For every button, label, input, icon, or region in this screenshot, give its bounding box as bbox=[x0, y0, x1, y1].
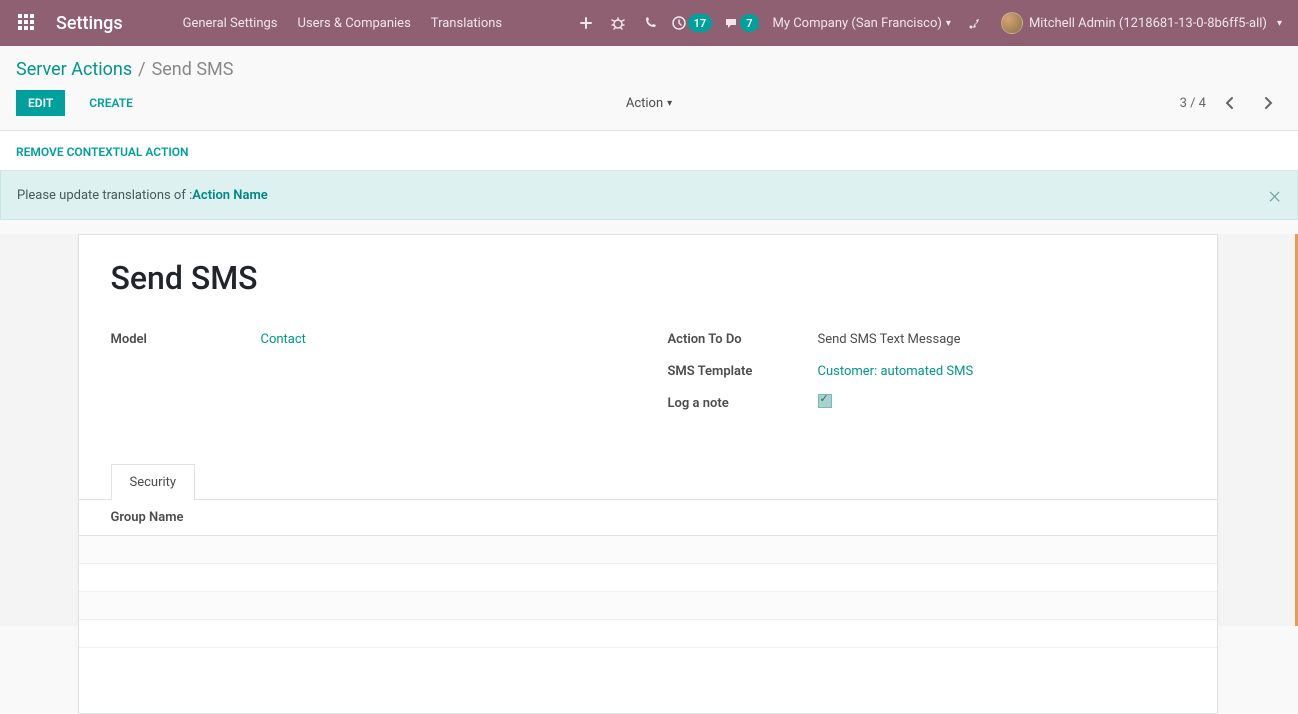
avatar bbox=[1001, 12, 1023, 34]
model-value[interactable]: Contact bbox=[261, 332, 306, 347]
user-menu[interactable]: Mitchell Admin (1218681-13-0-8b6ff5-all)… bbox=[991, 12, 1286, 34]
app-brand[interactable]: Settings bbox=[56, 13, 123, 34]
developer-tools-icon[interactable] bbox=[959, 16, 991, 30]
table-row bbox=[79, 536, 1217, 564]
breadcrumb-parent[interactable]: Server Actions bbox=[16, 59, 132, 80]
activity-badge: 17 bbox=[688, 14, 713, 32]
pager-prev-icon[interactable] bbox=[1216, 89, 1244, 117]
form-left-column: Model Contact bbox=[111, 327, 628, 423]
content-area: Send SMS Model Contact Action To Do Send… bbox=[0, 234, 1298, 626]
nav-translations[interactable]: Translations bbox=[421, 16, 512, 31]
statusbar: Remove Contextual Action bbox=[0, 130, 1298, 171]
create-button[interactable]: Create bbox=[77, 90, 145, 116]
tabs: Security bbox=[79, 463, 1217, 500]
close-icon[interactable]: × bbox=[1268, 183, 1281, 207]
action-to-do-value: Send SMS Text Message bbox=[818, 332, 961, 347]
table-row bbox=[79, 564, 1217, 592]
top-navbar: Settings General Settings Users & Compan… bbox=[0, 0, 1298, 46]
page-title: Send SMS bbox=[111, 259, 1185, 297]
log-note-checkbox[interactable] bbox=[818, 394, 832, 408]
activity-icon[interactable]: 17 bbox=[666, 14, 719, 32]
table-body bbox=[79, 536, 1217, 648]
control-bar: Edit Create Action▾ 3 / 4 bbox=[0, 90, 1298, 130]
pager-next-icon[interactable] bbox=[1254, 89, 1282, 117]
phone-icon[interactable] bbox=[634, 16, 666, 30]
nav-users-companies[interactable]: Users & Companies bbox=[288, 16, 421, 31]
bug-icon[interactable] bbox=[602, 16, 634, 30]
messages-icon[interactable]: 7 bbox=[718, 14, 764, 32]
table-row bbox=[79, 592, 1217, 620]
action-to-do-label: Action To Do bbox=[668, 332, 818, 347]
pager-text[interactable]: 3 / 4 bbox=[1180, 96, 1206, 111]
form-right-column: Action To Do Send SMS Text Message SMS T… bbox=[668, 327, 1185, 423]
breadcrumb-current: Send SMS bbox=[152, 59, 234, 80]
model-label: Model bbox=[111, 332, 261, 347]
sms-template-value[interactable]: Customer: automated SMS bbox=[818, 364, 974, 379]
nav-general-settings[interactable]: General Settings bbox=[173, 16, 288, 31]
alert-text: Please update translations of : bbox=[17, 188, 192, 203]
tab-security[interactable]: Security bbox=[111, 464, 196, 500]
column-group-name[interactable]: Group Name bbox=[79, 510, 216, 525]
remove-contextual-action-button[interactable]: Remove Contextual Action bbox=[16, 145, 189, 159]
plus-icon[interactable] bbox=[570, 16, 602, 30]
breadcrumb-sep: / bbox=[138, 59, 145, 80]
pager: 3 / 4 bbox=[1180, 89, 1282, 117]
edit-button[interactable]: Edit bbox=[16, 90, 65, 116]
log-note-label: Log a note bbox=[668, 396, 818, 411]
translation-alert: Please update translations of : Action N… bbox=[0, 171, 1298, 220]
apps-icon[interactable] bbox=[18, 14, 36, 32]
alert-link[interactable]: Action Name bbox=[192, 188, 268, 203]
sms-template-label: SMS Template bbox=[668, 364, 818, 379]
breadcrumb: Server Actions / Send SMS bbox=[0, 46, 1298, 90]
form-sheet: Send SMS Model Contact Action To Do Send… bbox=[78, 234, 1218, 714]
table-row bbox=[79, 620, 1217, 648]
messages-badge: 7 bbox=[740, 14, 758, 32]
company-selector[interactable]: My Company (San Francisco)▾ bbox=[765, 16, 959, 31]
action-dropdown[interactable]: Action▾ bbox=[626, 96, 672, 111]
table-header: Group Name bbox=[79, 500, 1217, 536]
